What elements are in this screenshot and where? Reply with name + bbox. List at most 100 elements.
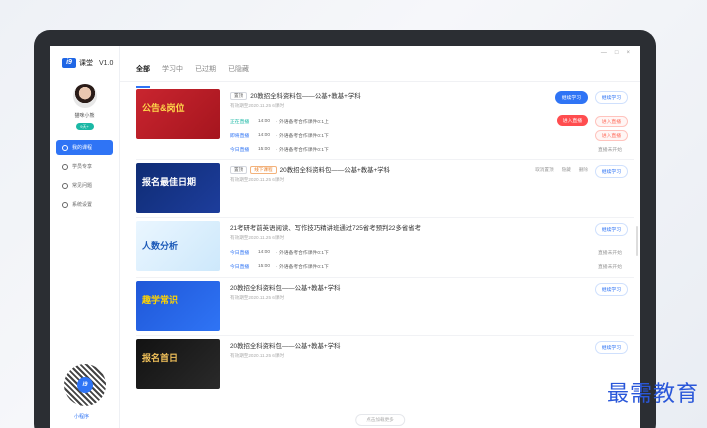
session-status: 即将直播	[230, 134, 250, 139]
course-meta: 有效期至2020.11.25 6课时	[230, 295, 285, 300]
session-row: 即将直播 14:00 · 外语备考合作课件0:1下 进入直播	[230, 130, 634, 141]
continue-learning-button-outline[interactable]: 继续学习	[594, 165, 628, 178]
close-button[interactable]: ×	[626, 50, 630, 56]
sidebar-item-label: 我的课程	[72, 145, 93, 151]
session-status: 今日直播	[230, 265, 250, 270]
brand: i9 课堂 V1.0	[50, 46, 119, 68]
continue-learning-button-outline[interactable]: 继续学习	[594, 341, 628, 354]
continue-learning-button[interactable]: 继续学习	[554, 91, 588, 104]
continue-learning-button-outline[interactable]: 继续学习	[594, 91, 628, 104]
hide-action[interactable]: 隐藏	[562, 167, 571, 173]
course-card: 报名首日 20教招全科资料包——公基+教基+学科 有效期至2020.11.25 …	[136, 336, 634, 392]
course-tag: 置顶	[230, 91, 248, 100]
sidebar-item-student-exclusive[interactable]: 学员专享	[56, 159, 113, 174]
sidebar-item-faq[interactable]: 常见问题	[56, 178, 113, 193]
course-tabs: 全部 学习中 已过期 已隐藏	[120, 46, 640, 88]
qr-code: i9	[64, 364, 106, 406]
course-thumbnail[interactable]: 公告&岗位	[136, 89, 220, 139]
student-icon	[62, 163, 68, 170]
course-thumbnail[interactable]: 报名首日	[136, 339, 220, 389]
sidebar-item-settings[interactable]: 系统设置	[56, 197, 113, 212]
thumbnail-title: 报名首日	[142, 353, 179, 363]
session-time: 15:00	[258, 147, 271, 152]
watermark: 最需教育	[606, 382, 699, 407]
session-row: 今日直播 14:00 · 外语备考合作课件0:1下 直播未开始	[230, 249, 634, 256]
course-title-row: 20教招全科资料包——公基+教基+学科	[230, 283, 634, 292]
session-desc: · 外语备考合作课件0:1下	[276, 265, 329, 270]
minimize-button[interactable]: —	[601, 50, 607, 56]
sidebar-item-label: 系统设置	[72, 202, 93, 208]
gear-icon	[62, 201, 68, 208]
thumbnail-title: 公告&岗位	[142, 103, 185, 113]
live-not-started: 直播未开始	[598, 251, 622, 256]
course-thumbnail[interactable]: 报名最佳日期	[136, 163, 220, 213]
continue-learning-button-outline[interactable]: 继续学习	[594, 283, 628, 296]
session-status: 正在直播	[230, 120, 250, 125]
course-card: 趣学常识 20教招全科资料包——公基+教基+学科 有效期至2020.11.25 …	[136, 278, 634, 336]
course-info: 20教招全科资料包——公基+教基+学科 有效期至2020.11.25 6课时 继…	[220, 281, 634, 332]
scrollbar[interactable]	[636, 226, 638, 256]
session-row: 今日直播 15:00 · 外语备考合作课件0:1下 直播未开始	[230, 146, 634, 153]
tab-learning[interactable]: 学习中	[162, 64, 183, 81]
session-desc: · 外语备考合作课件0:1下	[276, 251, 329, 256]
course-info: 21考研考前英语阅读、写作技巧精讲班通过725省考预判22多省省考 有效期至20…	[220, 221, 634, 274]
brand-version: V1.0	[99, 59, 114, 67]
course-title[interactable]: 20教招全科资料包——公基+教基+学科	[230, 341, 340, 350]
live-not-started: 直播未开始	[598, 265, 622, 270]
session-status: 今日直播	[230, 148, 250, 153]
brand-name: 课堂	[79, 60, 93, 67]
main-content: — □ × 全部 学习中 已过期 已隐藏 公告&岗位 置顶 20教招全科资料包—…	[120, 46, 640, 428]
avatar[interactable]	[72, 84, 97, 108]
course-card: 公告&岗位 置顶 20教招全科资料包——公基+教基+学科 有效期至2020.11…	[136, 86, 634, 160]
tab-expired[interactable]: 已过期	[195, 64, 216, 81]
course-thumbnail[interactable]: 人数分析	[136, 221, 220, 271]
course-card: 报名最佳日期 置顶 线下课程 20教招全科资料包——公基+教基+学科 有效期至2…	[136, 160, 634, 218]
username: 猫咪小熊	[74, 113, 95, 119]
session-status: 今日直播	[230, 251, 250, 256]
sidebar-item-label: 学员专享	[72, 164, 93, 170]
course-thumbnail[interactable]: 趣学常识	[136, 281, 220, 331]
course-meta: 有效期至2020.11.25 6课时	[230, 235, 285, 240]
course-title[interactable]: 21考研考前英语阅读、写作技巧精讲班通过725省考预判22多省省考	[230, 223, 421, 232]
sidebar-nav: 我的课程 学员专享 常见问题 系统设置	[50, 140, 119, 212]
tab-hidden[interactable]: 已隐藏	[228, 64, 249, 81]
course-meta: 有效期至2020.11.25 6课时	[230, 177, 285, 182]
enter-live-button[interactable]: 进入直播	[556, 115, 588, 126]
sidebar: i9 课堂 V1.0 猫咪小熊 9天+ 我的课程 学员专享 常见问题 系统设置	[50, 46, 120, 428]
course-title-row: 21考研考前英语阅读、写作技巧精讲班通过725省考预判22多省省考	[230, 223, 634, 232]
course-card: 人数分析 21考研考前英语阅读、写作技巧精讲班通过725省考预判22多省省考 有…	[136, 218, 634, 278]
course-meta: 有效期至2020.11.25 6课时	[230, 353, 285, 358]
delete-action[interactable]: 删除	[579, 167, 588, 173]
mini-program-label[interactable]: 小程序	[74, 413, 89, 420]
course-actions: 取消置顶 隐藏 删除	[535, 167, 588, 173]
vip-badge: 9天+	[75, 123, 94, 130]
course-list: 公告&岗位 置顶 20教招全科资料包——公基+教基+学科 有效期至2020.11…	[136, 86, 634, 392]
session-row: 今日直播 15:00 · 外语备考合作课件0:1下 直播未开始	[230, 263, 634, 270]
session-time: 14:00	[258, 250, 271, 255]
unpin-action[interactable]: 取消置顶	[535, 167, 553, 173]
course-tag-offline: 线下课程	[250, 165, 277, 174]
tab-all[interactable]: 全部	[136, 64, 150, 88]
app-window: i9 课堂 V1.0 猫咪小熊 9天+ 我的课程 学员专享 常见问题 系统设置	[50, 46, 640, 428]
thumbnail-title: 人数分析	[142, 241, 179, 251]
brand-logo: i9	[62, 58, 76, 68]
thumbnail-title: 报名最佳日期	[142, 177, 197, 187]
qr-logo: i9	[77, 377, 93, 393]
course-icon	[62, 144, 68, 151]
continue-learning-button-outline[interactable]: 继续学习	[594, 223, 628, 236]
enter-live-link[interactable]: 进入直播	[594, 116, 628, 127]
course-info: 20教招全科资料包——公基+教基+学科 有效期至2020.11.25 6课时 继…	[220, 339, 634, 389]
course-title[interactable]: 20教招全科资料包——公基+教基+学科	[230, 283, 340, 292]
sidebar-item-my-courses[interactable]: 我的课程	[56, 140, 113, 155]
course-title-row: 20教招全科资料包——公基+教基+学科	[230, 341, 634, 350]
enter-live-link[interactable]: 进入直播	[594, 130, 628, 141]
thumbnail-title: 趣学常识	[142, 295, 179, 305]
load-more-button[interactable]: 点击加载更多	[355, 414, 405, 426]
maximize-button[interactable]: □	[615, 50, 619, 56]
course-title[interactable]: 20教招全科资料包——公基+教基+学科	[250, 91, 360, 100]
session-desc: · 外语备考合作课件0:1下	[276, 134, 329, 139]
session-time: 14:00	[258, 119, 271, 124]
course-info: 置顶 20教招全科资料包——公基+教基+学科 有效期至2020.11.25 6课…	[220, 89, 634, 156]
course-title[interactable]: 20教招全科资料包——公基+教基+学科	[280, 165, 390, 174]
session-row: 正在直播 14:00 · 外语备考合作课件0:1上 进入直播 进入直播	[230, 115, 634, 127]
